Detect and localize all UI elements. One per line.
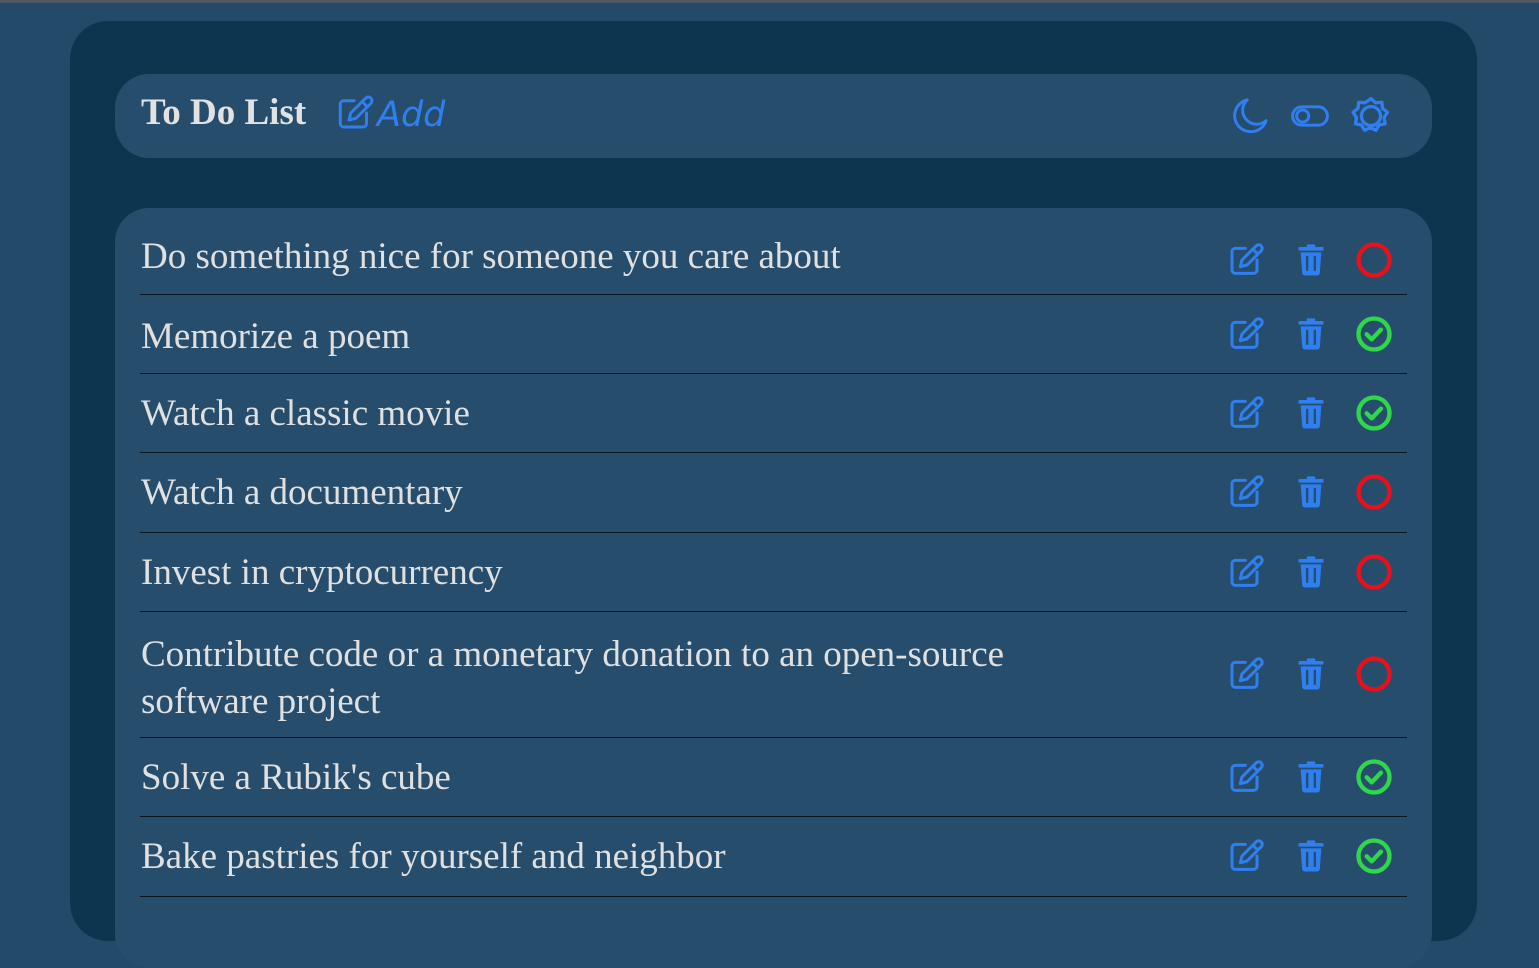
window-top-border [0,0,1539,3]
toggle-icon[interactable] [1288,94,1332,138]
moon-icon[interactable] [1228,94,1272,138]
status-done-icon[interactable] [1354,836,1394,876]
sun-icon[interactable] [1349,94,1393,138]
edit-button[interactable] [1227,654,1267,694]
todo-text: Solve a Rubik's cube [141,757,451,798]
status-done-icon[interactable] [1354,314,1394,354]
todo-text: Invest in cryptocurrency [141,552,503,593]
status-done-icon[interactable] [1354,757,1394,797]
delete-button[interactable] [1291,552,1331,592]
delete-button[interactable] [1291,836,1331,876]
edit-button[interactable] [1227,552,1267,592]
todo-item: Do something nice for someone you care a… [140,230,1407,295]
todo-item: Watch a classic movie [140,373,1407,453]
todo-text: Watch a documentary [141,472,463,513]
status-pending-icon[interactable] [1354,240,1394,280]
delete-button[interactable] [1291,472,1331,512]
todo-app: To Do List Add Do something nice for som… [70,21,1477,968]
todo-text: Do something nice for someone you care a… [141,236,841,277]
delete-button[interactable] [1291,240,1331,280]
edit-button[interactable] [1227,393,1267,433]
status-done-icon[interactable] [1354,393,1394,433]
todo-text: Bake pastries for yourself and neighbor [141,836,726,877]
edit-button[interactable] [1227,314,1267,354]
todo-item: Solve a Rubik's cube [140,737,1407,817]
todo-item: Watch a documentary [140,452,1407,533]
delete-button[interactable] [1291,314,1331,354]
todo-item: Invest in cryptocurrency [140,532,1407,612]
todo-text: Watch a classic movie [141,393,470,434]
delete-button[interactable] [1291,393,1331,433]
edit-button[interactable] [1227,472,1267,512]
status-pending-icon[interactable] [1354,654,1394,694]
todo-list: Do something nice for someone you care a… [115,208,1432,968]
page-title: To Do List [141,92,307,133]
status-pending-icon[interactable] [1354,472,1394,512]
add-button[interactable]: Add [335,94,445,136]
todo-text: Contribute code or a monetary donation t… [141,634,1005,722]
edit-button[interactable] [1227,240,1267,280]
todo-text: Memorize a poem [141,316,411,357]
edit-button[interactable] [1227,757,1267,797]
todo-item: Memorize a poem [140,294,1407,374]
header-bar: To Do List Add [115,74,1432,158]
todo-item: Bake pastries for yourself and neighbor [140,816,1407,897]
delete-button[interactable] [1291,757,1331,797]
delete-button[interactable] [1291,654,1331,694]
edit-icon [335,92,377,139]
todo-item: Contribute code or a monetary donation t… [140,611,1407,738]
add-label: Add [377,95,446,135]
edit-button[interactable] [1227,836,1267,876]
status-pending-icon[interactable] [1354,552,1394,592]
